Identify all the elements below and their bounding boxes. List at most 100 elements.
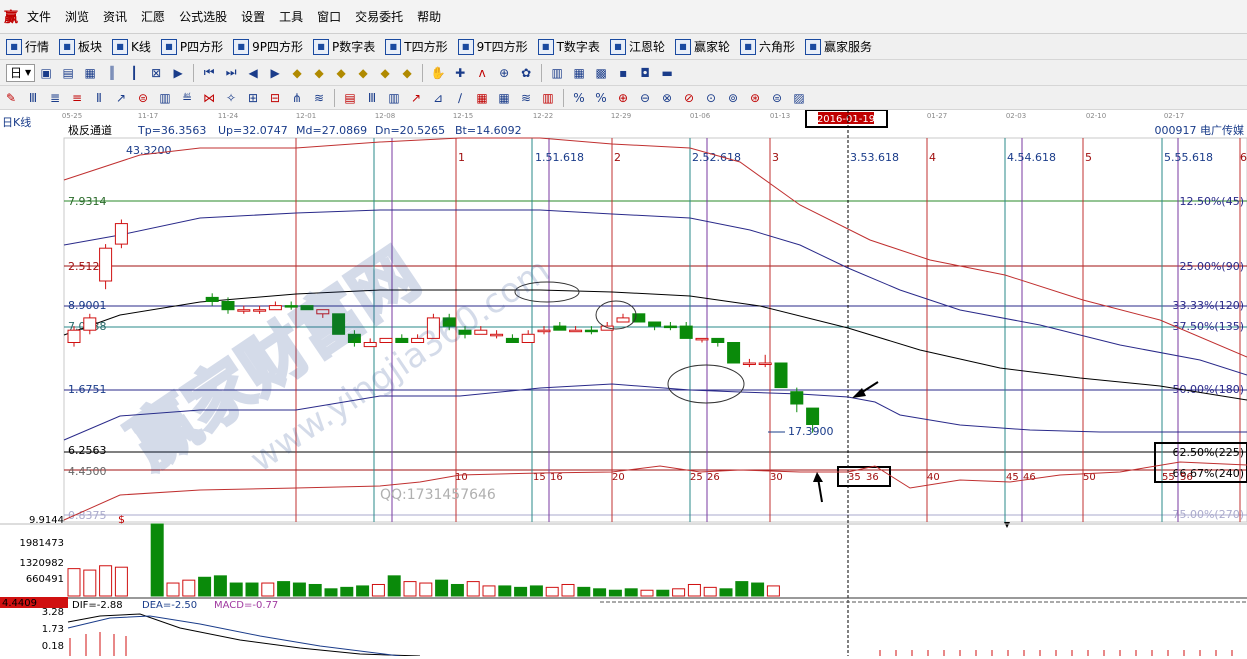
draw-tool-26-icon[interactable]: % (592, 90, 610, 106)
menu-item-7[interactable]: 窗口 (310, 8, 348, 25)
menu-item-8[interactable]: 交易委托 (348, 8, 410, 25)
draw-tool-27-icon[interactable]: ⊕ (614, 90, 632, 106)
menu-item-0[interactable]: 文件 (20, 8, 58, 25)
next-icon[interactable]: ▶ (267, 65, 283, 81)
draw-tool-19-icon[interactable]: ⊿ (429, 90, 447, 106)
draw-tool-14-icon[interactable]: ≋ (310, 90, 328, 106)
draw-tool-28-icon[interactable]: ⊖ (636, 90, 654, 106)
menu-item-9[interactable]: 帮助 (410, 8, 448, 25)
draw-tool-11-icon[interactable]: ⊞ (244, 90, 262, 106)
toolbar-button-4[interactable]: ■ 9P四方形 (233, 38, 303, 55)
draw-tool-24-icon[interactable]: ▥ (539, 90, 557, 106)
draw-tool-34-icon[interactable]: ⊜ (768, 90, 786, 106)
toolbar-button-8[interactable]: ■ T数字表 (537, 38, 600, 55)
diamond-4-icon[interactable]: ◆ (355, 65, 371, 81)
calendar-icon[interactable]: ▥ (549, 65, 565, 81)
export-icon[interactable]: ◘ (637, 65, 653, 81)
period-select[interactable]: 日 ▼ (6, 63, 36, 82)
draw-tool-10-icon[interactable]: ✧ (222, 90, 240, 106)
draw-tool-17-icon[interactable]: ▥ (385, 90, 403, 106)
prev-icon[interactable]: ◀ (245, 65, 261, 81)
draw-tool-35-icon[interactable]: ▨ (790, 90, 808, 106)
menu-item-1[interactable]: 浏览 (58, 8, 96, 25)
candle-icon[interactable]: ┃ (126, 65, 142, 81)
pattern-icon[interactable]: ʌ (474, 65, 490, 81)
draw-tool-0-icon[interactable]: ✎ (2, 90, 20, 106)
dif-line (67, 613, 421, 657)
macd-axis-label: 1.73 (42, 624, 64, 635)
view-toolbar: 日 ▼ ▣ ▤ ▦ ║ ┃ ⊠ ▶ ⏮ ⏭ ◀ ▶ ◆ ◆ ◆ ◆ ◆ ◆ ✋ … (0, 60, 1247, 86)
save-icon[interactable]: ▪ (615, 65, 631, 81)
draw-tool-31-icon[interactable]: ⊙ (702, 90, 720, 106)
draw-tool-22-icon[interactable]: ▦ (495, 90, 513, 106)
zoom-icon[interactable]: ⊕ (496, 65, 512, 81)
toolbar-button-2[interactable]: ■ K线 (112, 38, 151, 55)
gridview-icon[interactable]: ▦ (82, 65, 98, 81)
toolbar-button-6[interactable]: ■ T四方形 (385, 38, 448, 55)
draw-tool-15-icon[interactable]: ▤ (341, 90, 359, 106)
menu-item-5[interactable]: 设置 (234, 8, 272, 25)
draw-tool-8-icon[interactable]: ≝ (178, 90, 196, 106)
diamond-2-icon[interactable]: ◆ (311, 65, 327, 81)
volume-axis-label: 660491 (26, 574, 64, 585)
toolbar-button-11[interactable]: ■ 六角形 (739, 38, 795, 55)
draw-tool-33-icon[interactable]: ⊛ (746, 90, 764, 106)
bars-icon[interactable]: ║ (104, 65, 120, 81)
draw-tool-9-icon[interactable]: ⋈ (200, 90, 218, 106)
hand-icon[interactable]: ✋ (430, 65, 446, 81)
toolbar-label: 赢家轮 (693, 40, 730, 54)
candle-body (379, 337, 393, 343)
crosshair-icon[interactable]: ✚ (452, 65, 468, 81)
candle-body (505, 337, 519, 343)
toolbar-button-1[interactable]: ■ 板块 (59, 38, 102, 55)
toolbar-button-0[interactable]: ■ 行情 (6, 38, 49, 55)
draw-tool-1-icon[interactable]: Ⅲ (24, 90, 42, 106)
app-logo-icon[interactable]: 赢 (2, 8, 20, 26)
draw-tool-4-icon[interactable]: Ⅱ (90, 90, 108, 106)
calculator-icon[interactable]: ▦ (571, 65, 587, 81)
menu-item-6[interactable]: 工具 (272, 8, 310, 25)
draw-tool-25-icon[interactable]: % (570, 90, 588, 106)
record-icon[interactable]: ▣ (38, 65, 54, 81)
chart-area[interactable]: 05-25 11-17 11-24 12-01 12-08 12-15 12-22 12-29… (0, 109, 1247, 657)
draw-tool-3-icon[interactable]: ≡ (68, 90, 86, 106)
day-count: 10 (455, 472, 468, 483)
diamond-1-icon[interactable]: ◆ (289, 65, 305, 81)
draw-tool-32-icon[interactable]: ⊚ (724, 90, 742, 106)
draw-tool-20-icon[interactable]: ∕ (451, 90, 469, 106)
draw-tool-18-icon[interactable]: ↗ (407, 90, 425, 106)
globe-icon[interactable]: ✿ (518, 65, 534, 81)
toolbar-button-12[interactable]: ■ 赢家服务 (804, 38, 872, 55)
diamond-5-icon[interactable]: ◆ (377, 65, 393, 81)
notes-icon[interactable]: ▤ (60, 65, 76, 81)
toolbar-button-7[interactable]: ■ 9T四方形 (457, 38, 528, 55)
print-icon[interactable]: ▬ (659, 65, 675, 81)
last-icon[interactable]: ⏭ (223, 65, 239, 81)
diamond-3-icon[interactable]: ◆ (333, 65, 349, 81)
toolbar-button-9[interactable]: ■ 江恩轮 (609, 38, 665, 55)
draw-tool-6-icon[interactable]: ⊜ (134, 90, 152, 106)
draw-tool-23-icon[interactable]: ≋ (517, 90, 535, 106)
first-icon[interactable]: ⏮ (201, 65, 217, 81)
panel-icon[interactable]: ▩ (593, 65, 609, 81)
menu-item-2[interactable]: 资讯 (96, 8, 134, 25)
draw-tool-29-icon[interactable]: ⊗ (658, 90, 676, 106)
draw-tool-12-icon[interactable]: ⊟ (266, 90, 284, 106)
draw-tool-13-icon[interactable]: ⋔ (288, 90, 306, 106)
draw-tool-30-icon[interactable]: ⊘ (680, 90, 698, 106)
draw-tool-21-icon[interactable]: ▦ (473, 90, 491, 106)
menu-item-3[interactable]: 汇愿 (134, 8, 172, 25)
draw-tool-16-icon[interactable]: Ⅲ (363, 90, 381, 106)
toolbar-button-10[interactable]: ■ 赢家轮 (674, 38, 730, 55)
toolbar-button-5[interactable]: ■ P数字表 (313, 38, 375, 55)
kline-chart[interactable]: 05-25 11-17 11-24 12-01 12-08 12-15 12-22 12-29… (0, 109, 1247, 657)
draw-tool-7-icon[interactable]: ▥ (156, 90, 174, 106)
draw-tool-2-icon[interactable]: ≣ (46, 90, 64, 106)
candle-body (569, 329, 583, 333)
cursor-icon[interactable]: ⊠ (148, 65, 164, 81)
toolbar-button-3[interactable]: ■ P四方形 (160, 38, 223, 55)
menu-item-4[interactable]: 公式选股 (172, 8, 234, 25)
diamond-6-icon[interactable]: ◆ (399, 65, 415, 81)
flag-icon[interactable]: ▶ (170, 65, 186, 81)
draw-tool-5-icon[interactable]: ↗ (112, 90, 130, 106)
